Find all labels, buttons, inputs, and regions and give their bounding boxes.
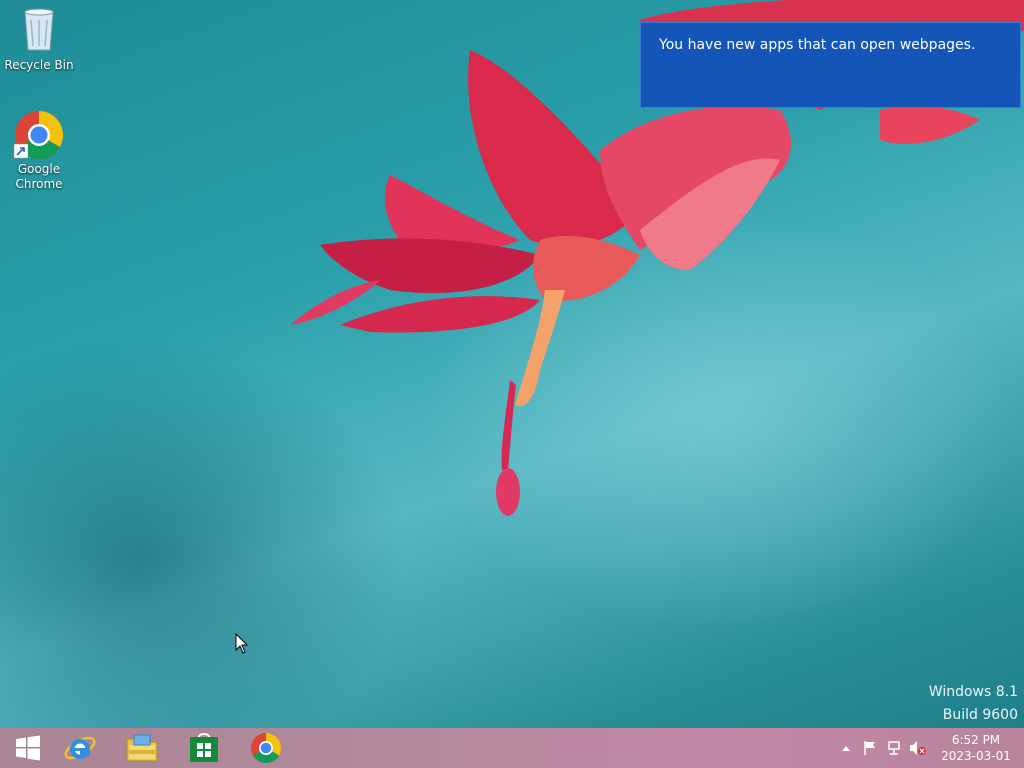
system-tray: 6:52 PM 2023-03-01 xyxy=(834,728,1024,768)
chevron-up-icon xyxy=(842,746,850,751)
taskbar-file-explorer-button[interactable] xyxy=(114,728,170,768)
chrome-shortcut-icon xyxy=(13,110,64,160)
volume-muted-icon xyxy=(910,741,926,755)
desktop[interactable]: Recycle Bin Google Chrome You have new a… xyxy=(0,0,1024,728)
mouse-pointer-icon xyxy=(235,633,249,654)
windows-logo-icon xyxy=(16,735,40,761)
clock-date: 2023-03-01 xyxy=(941,749,1011,763)
network-icon xyxy=(888,741,900,755)
volume-button[interactable] xyxy=(908,738,928,758)
taskbar-clock[interactable]: 6:52 PM 2023-03-01 xyxy=(936,732,1016,764)
file-explorer-icon xyxy=(126,734,158,762)
notification-message: You have new apps that can open webpages… xyxy=(659,37,976,53)
wallpaper-flower xyxy=(290,0,1024,516)
default-apps-notification[interactable]: You have new apps that can open webpages… xyxy=(640,22,1021,108)
taskbar-internet-explorer-button[interactable] xyxy=(52,728,108,768)
action-center-button[interactable] xyxy=(860,738,880,758)
google-chrome-label: Google Chrome xyxy=(15,162,63,191)
flag-icon xyxy=(864,741,875,755)
windows-build-watermark: Windows 8.1 Build 9600 xyxy=(929,681,1018,727)
recycle-bin-desktop-icon[interactable]: Recycle Bin xyxy=(1,6,77,73)
chrome-icon xyxy=(251,733,282,764)
recycle-bin-label: Recycle Bin xyxy=(4,58,74,72)
google-chrome-desktop-icon[interactable]: Google Chrome xyxy=(1,110,77,192)
recycle-bin-icon xyxy=(1,6,77,56)
internet-explorer-icon xyxy=(64,736,96,760)
store-icon xyxy=(190,733,218,762)
taskbar-chrome-button[interactable] xyxy=(238,728,294,768)
taskbar: 6:52 PM 2023-03-01 xyxy=(0,728,1024,768)
clock-time: 6:52 PM xyxy=(951,733,1001,747)
watermark-version: Windows 8.1 xyxy=(928,684,1018,700)
start-button[interactable] xyxy=(0,728,56,768)
taskbar-store-button[interactable] xyxy=(176,728,232,768)
show-hidden-icons-button[interactable] xyxy=(836,738,856,758)
watermark-build: Build 9600 xyxy=(942,707,1018,723)
network-button[interactable] xyxy=(884,738,904,758)
